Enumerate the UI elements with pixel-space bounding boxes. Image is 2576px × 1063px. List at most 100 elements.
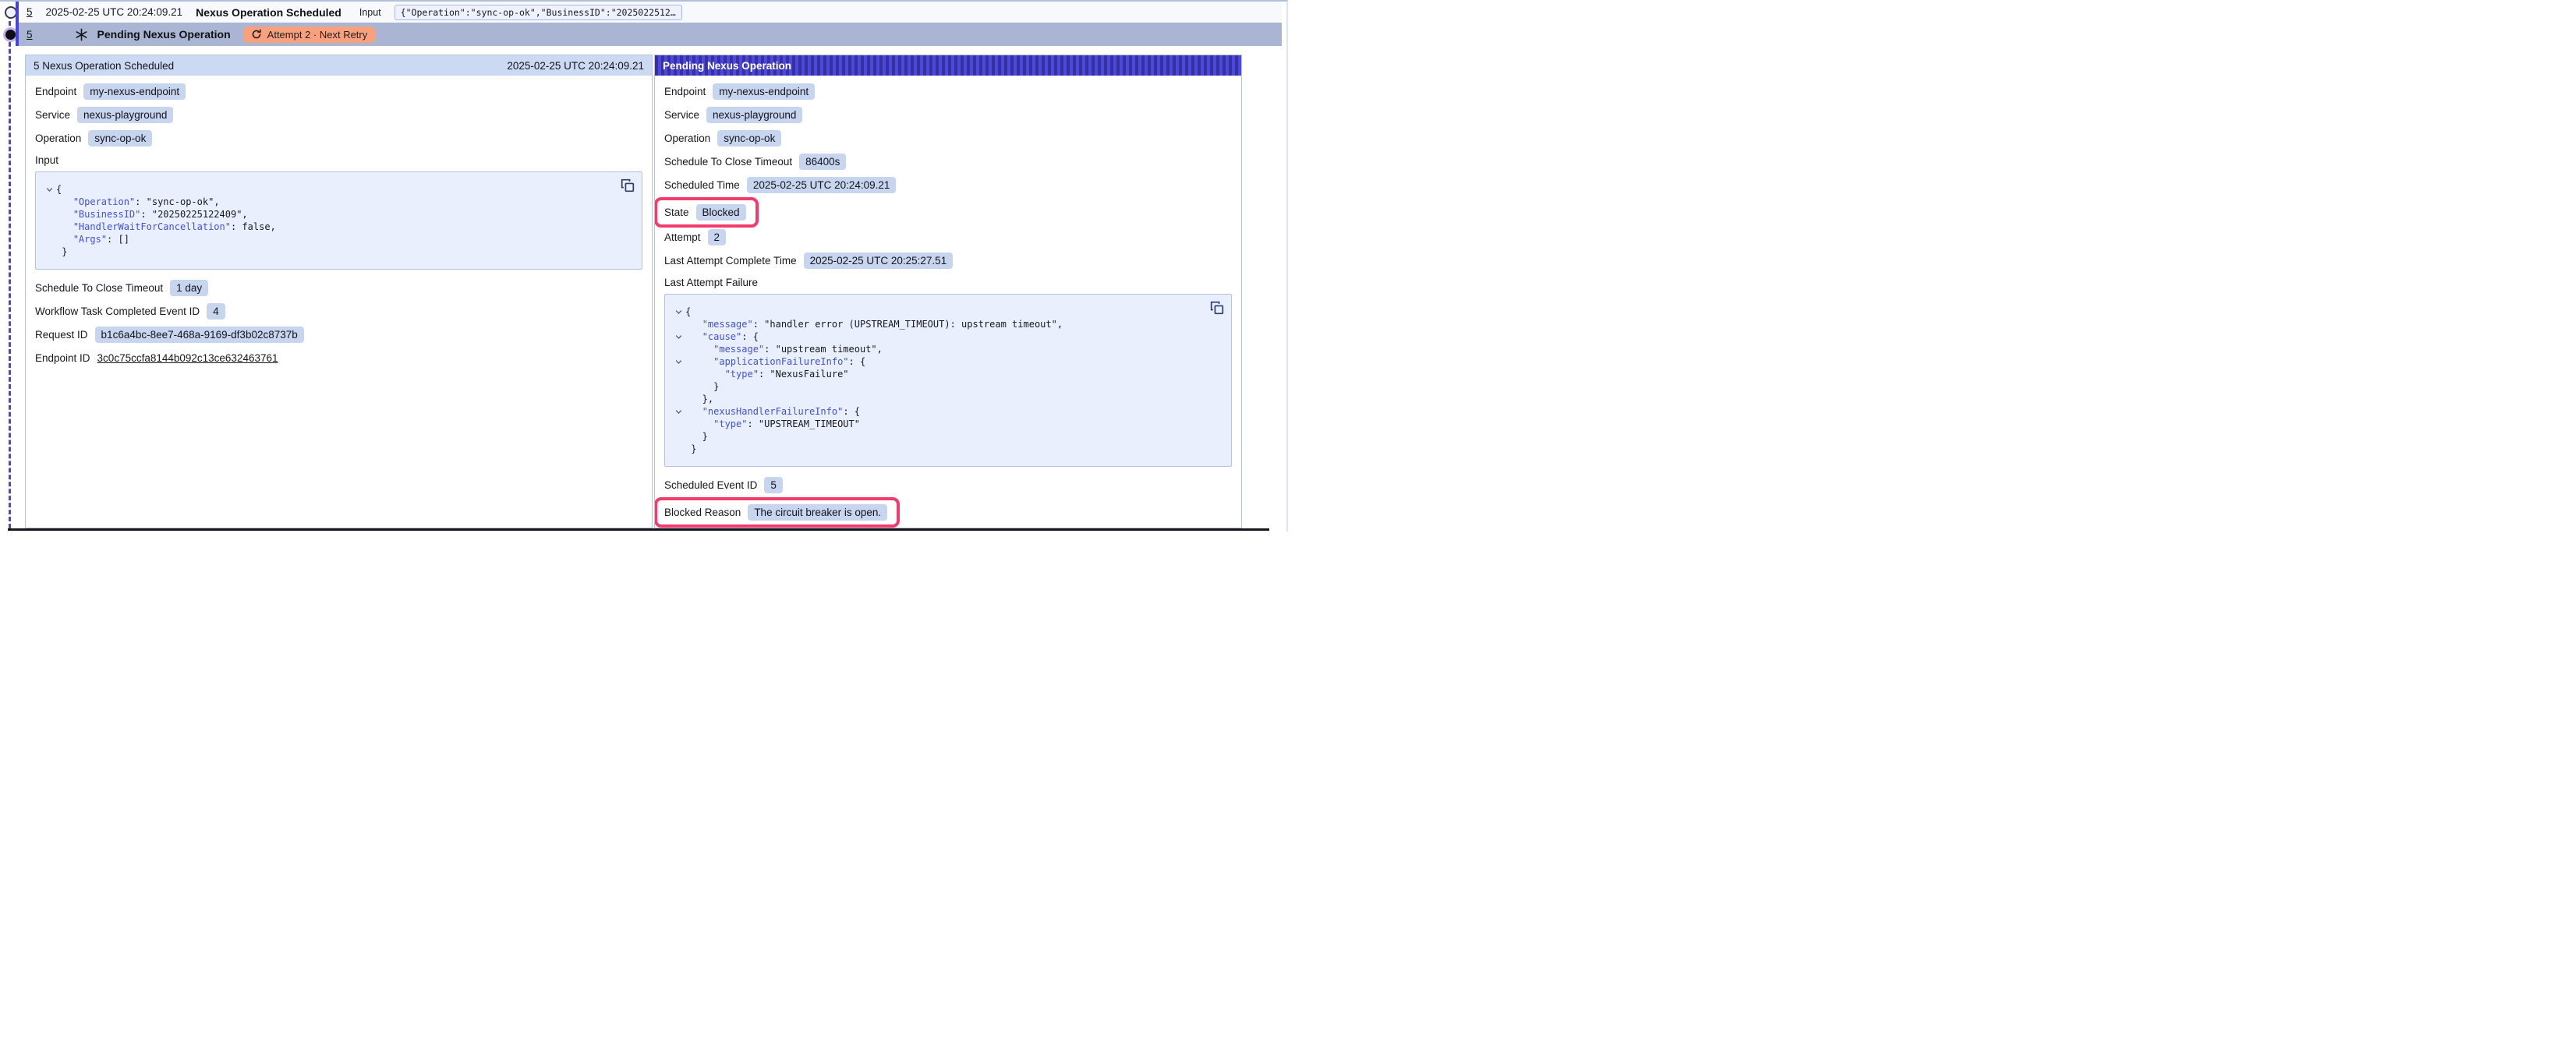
- row-label: Schedule To Close Timeout: [35, 282, 163, 294]
- code-line: "type": "UPSTREAM_TIMEOUT": [671, 418, 1203, 430]
- copy-icon[interactable]: [621, 178, 635, 192]
- input-preview-chip[interactable]: {"Operation":"sync-op-ok","BusinessID":"…: [395, 5, 682, 20]
- event-id-link[interactable]: 5: [27, 29, 33, 41]
- detail-row: Last Attempt Complete Time2025-02-25 UTC…: [664, 252, 1232, 269]
- detail-row: Schedule To Close Timeout86400s: [664, 153, 1232, 170]
- row-label: Endpoint ID: [35, 352, 90, 364]
- event-id-link[interactable]: 5: [27, 6, 33, 18]
- row-value-chip: nexus-playground: [77, 107, 173, 123]
- panel-body: Endpointmy-nexus-endpoint Service nexus-pl…: [26, 76, 652, 528]
- row-label: Endpoint: [664, 86, 706, 97]
- chevron-down-icon[interactable]: [671, 355, 685, 368]
- code-line: }: [671, 443, 1203, 455]
- row-value-chip: sync-op-ok: [717, 130, 781, 147]
- detail-row: Schedule To Close Timeout 1 day: [35, 279, 642, 296]
- detail-row: Endpoint my-nexus-endpoint: [664, 83, 1232, 100]
- detail-row: Endpointmy-nexus-endpoint: [35, 83, 642, 100]
- row-value-chip: 2025-02-25 UTC 20:25:27.51: [804, 253, 954, 269]
- asterisk-icon: [75, 28, 88, 41]
- code-text: "HandlerWaitForCancellation": false,: [56, 221, 276, 233]
- row-label: Service: [35, 109, 70, 121]
- input-section-label: Input: [35, 154, 642, 166]
- event-row-expanded[interactable]: 5 Pending Nexus Operation Attempt 2 · Ne…: [19, 23, 1282, 46]
- detail-row: Operation sync-op-ok: [664, 129, 1232, 147]
- chevron-down-icon[interactable]: [671, 305, 685, 318]
- row-value-chip: sync-op-ok: [88, 130, 152, 147]
- timeline-dashed-line: [9, 14, 11, 528]
- pending-nexus-operation-panel: Pending Nexus Operation Endpoint my-nexus…: [654, 55, 1242, 528]
- row-label: Blocked Reason: [664, 507, 741, 518]
- input-label: Input: [359, 7, 381, 18]
- chevron-down-icon[interactable]: [671, 330, 685, 343]
- detail-row-highlighted: StateBlocked: [655, 197, 759, 228]
- attempt-badge-text: Attempt 2 · Next Retry: [267, 29, 368, 41]
- code-line: }: [671, 380, 1203, 393]
- event-detail-panels: 5 Nexus Operation Scheduled 2025-02-25 U…: [25, 55, 1242, 528]
- row-label: Scheduled Event ID: [664, 479, 757, 491]
- row-label: Scheduled Time: [664, 179, 740, 191]
- row-label: Service: [664, 109, 699, 121]
- code-gutter: [42, 233, 56, 245]
- code-gutter: [671, 343, 685, 355]
- code-line: }: [671, 430, 1203, 443]
- detail-row: Operationsync-op-ok: [35, 129, 642, 147]
- row-value-chip: 1 day: [170, 280, 208, 296]
- detail-row: Scheduled Time2025-02-25 UTC 20:24:09.21: [664, 176, 1232, 193]
- code-text: "Operation": "sync-op-ok",: [56, 196, 220, 208]
- panel-header-striped: Pending Nexus Operation: [655, 55, 1241, 76]
- code-gutter: [42, 221, 56, 233]
- code-gutter: [671, 368, 685, 380]
- selected-event-accent-bar: [16, 2, 19, 46]
- code-text: "type": "NexusFailure": [685, 368, 849, 380]
- detail-row: Workflow Task Completed Event ID 4: [35, 302, 642, 320]
- attempt-retry-badge: Attempt 2 · Next Retry: [243, 26, 376, 43]
- detail-row: Service nexus-playground: [35, 106, 642, 123]
- code-line: "BusinessID": "20250225122409",: [42, 208, 614, 221]
- panel-title: Pending Nexus Operation: [663, 60, 791, 72]
- code-gutter: [42, 196, 56, 208]
- event-name: Nexus Operation Scheduled: [196, 6, 341, 19]
- event-timestamp: 2025-02-25 UTC 20:24:09.21: [46, 6, 183, 18]
- detail-row: Servicenexus-playground: [664, 106, 1232, 123]
- code-gutter: [42, 245, 56, 258]
- input-json-block: { "Operation": "sync-op-ok", "BusinessID…: [35, 171, 642, 270]
- row-value-chip: 4: [207, 303, 225, 320]
- event-detail-panel-scheduled: 5 Nexus Operation Scheduled 2025-02-25 U…: [25, 55, 653, 528]
- failure-json-block: { "message": "handler error (UPSTREAM_TI…: [664, 294, 1232, 467]
- code-text: }: [685, 380, 719, 393]
- detail-row: Scheduled Event ID5: [664, 476, 1232, 493]
- failure-section-label: Last Attempt Failure: [664, 277, 1232, 288]
- row-value-chip: b1c6a4bc-8ee7-468a-9169-df3b02c8737b: [95, 327, 304, 343]
- row-value-chip: my-nexus-endpoint: [713, 83, 815, 100]
- detail-row: Attempt2: [664, 228, 1232, 245]
- copy-icon[interactable]: [1210, 301, 1224, 315]
- row-value-chip: my-nexus-endpoint: [83, 83, 186, 100]
- code-gutter: [671, 418, 685, 430]
- code-text: "BusinessID": "20250225122409",: [56, 208, 248, 221]
- panel-body: Endpoint my-nexus-endpoint Servicenexus-pl…: [655, 76, 1241, 528]
- code-text: "type": "UPSTREAM_TIMEOUT": [685, 418, 860, 430]
- code-gutter: [671, 380, 685, 393]
- code-text: {: [56, 183, 62, 196]
- panel-header: 5 Nexus Operation Scheduled 2025-02-25 U…: [26, 55, 652, 76]
- code-gutter: [671, 318, 685, 330]
- row-label: Operation: [664, 132, 710, 144]
- code-text: "nexusHandlerFailureInfo": {: [685, 405, 860, 418]
- code-text: }: [685, 430, 708, 443]
- code-line: {: [671, 305, 1203, 318]
- chevron-down-icon[interactable]: [671, 405, 685, 418]
- event-row-collapsed[interactable]: 5 2025-02-25 UTC 20:24:09.21 Nexus Opera…: [19, 2, 1282, 23]
- detail-row: Endpoint ID 3c0c75ccfa8144b092c13ce632463…: [35, 349, 642, 366]
- code-text: },: [685, 393, 713, 405]
- code-line: "type": "NexusFailure": [671, 368, 1203, 380]
- timeline-filled-dot-icon: [5, 30, 16, 40]
- row-value-link[interactable]: 3c0c75ccfa8144b092c13ce632463761: [97, 352, 278, 364]
- code-text: "Args": []: [56, 233, 129, 245]
- row-label: Workflow Task Completed Event ID: [35, 305, 200, 317]
- row-value-chip: 86400s: [799, 154, 846, 170]
- code-line: },: [671, 393, 1203, 405]
- row-label: Attempt: [664, 231, 701, 243]
- code-text: "message": "upstream timeout",: [685, 343, 883, 355]
- panel-timestamp: 2025-02-25 UTC 20:24:09.21: [507, 60, 644, 72]
- chevron-down-icon[interactable]: [42, 183, 56, 196]
